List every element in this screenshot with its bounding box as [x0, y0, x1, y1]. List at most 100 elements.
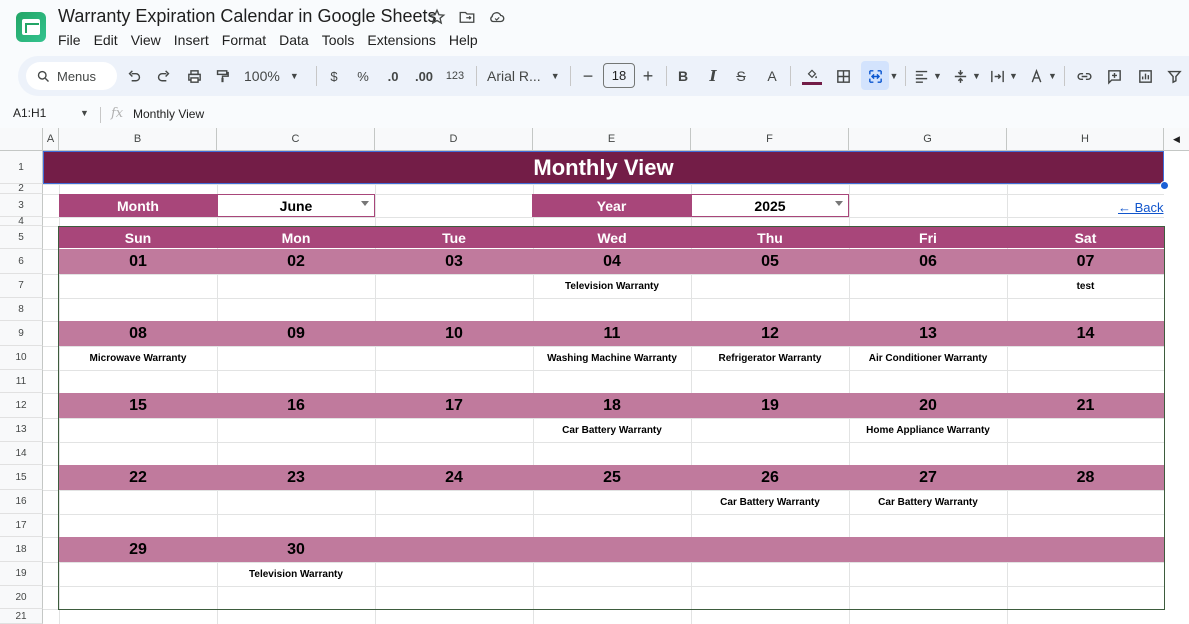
day-number[interactable]: 11: [533, 321, 691, 346]
day-number[interactable]: 05: [691, 249, 849, 274]
text-color-button[interactable]: A: [763, 66, 781, 86]
row-header-11[interactable]: 11: [0, 370, 43, 393]
text-rotation-button[interactable]: ▼: [1028, 66, 1058, 86]
warranty-event[interactable]: Microwave Warranty: [59, 346, 217, 370]
collapse-panel-icon[interactable]: ◀: [1164, 128, 1189, 151]
day-number[interactable]: 27: [849, 465, 1007, 490]
chevron-down-icon[interactable]: ▼: [80, 108, 89, 118]
move-to-folder-icon[interactable]: [458, 8, 476, 26]
menu-data[interactable]: Data: [279, 32, 309, 48]
warranty-event[interactable]: Home Appliance Warranty: [849, 418, 1007, 442]
font-size-input[interactable]: 18: [603, 63, 635, 88]
menu-help[interactable]: Help: [449, 32, 478, 48]
row-header-17[interactable]: 17: [0, 514, 43, 537]
day-number[interactable]: 24: [375, 465, 533, 490]
row-header-7[interactable]: 7: [0, 274, 43, 298]
insert-comment-button[interactable]: [1104, 66, 1124, 86]
font-family-select[interactable]: Arial R... ▼: [487, 66, 563, 86]
decrease-font-size-button[interactable]: −: [580, 66, 596, 86]
day-number[interactable]: 15: [59, 393, 217, 418]
monthly-view-banner[interactable]: Monthly View: [43, 151, 1164, 184]
warranty-event[interactable]: Television Warranty: [533, 274, 691, 298]
day-number[interactable]: 16: [217, 393, 375, 418]
day-number[interactable]: 28: [1007, 465, 1164, 490]
day-number[interactable]: 14: [1007, 321, 1164, 346]
menu-file[interactable]: File: [58, 32, 81, 48]
column-header-g[interactable]: G: [849, 128, 1007, 151]
warranty-event[interactable]: Air Conditioner Warranty: [849, 346, 1007, 370]
currency-format-button[interactable]: $: [326, 66, 342, 86]
menu-extensions[interactable]: Extensions: [367, 32, 435, 48]
day-number[interactable]: [375, 537, 533, 562]
year-dropdown-arrow-icon[interactable]: [835, 201, 843, 206]
row-header-8[interactable]: 8: [0, 298, 43, 321]
sheets-logo-icon[interactable]: [16, 12, 46, 42]
day-number[interactable]: [849, 537, 1007, 562]
day-number[interactable]: 02: [217, 249, 375, 274]
day-number[interactable]: 21: [1007, 393, 1164, 418]
day-number[interactable]: 08: [59, 321, 217, 346]
row-header-2[interactable]: 2: [0, 183, 43, 194]
menu-edit[interactable]: Edit: [94, 32, 118, 48]
redo-button[interactable]: [153, 66, 173, 86]
column-header-f[interactable]: F: [691, 128, 849, 151]
day-number[interactable]: 29: [59, 537, 217, 562]
day-number[interactable]: 07: [1007, 249, 1164, 274]
more-formats-button[interactable]: 123: [444, 66, 466, 86]
day-number[interactable]: 20: [849, 393, 1007, 418]
menu-insert[interactable]: Insert: [174, 32, 209, 48]
row-header-15[interactable]: 15: [0, 465, 43, 490]
column-header-c[interactable]: C: [217, 128, 375, 151]
back-link[interactable]: ← Back: [1118, 200, 1164, 215]
row-header-5[interactable]: 5: [0, 226, 43, 249]
star-icon[interactable]: [428, 8, 446, 26]
spreadsheet-grid[interactable]: ◀ Monthly View Month June Year 2025 ← Ba…: [0, 128, 1189, 624]
paint-format-button[interactable]: [212, 66, 232, 86]
document-title[interactable]: Warranty Expiration Calendar in Google S…: [58, 6, 437, 27]
day-number[interactable]: 13: [849, 321, 1007, 346]
insert-chart-button[interactable]: [1135, 66, 1155, 86]
column-header-a[interactable]: A: [43, 128, 59, 151]
search-menus-button[interactable]: Menus: [26, 62, 117, 90]
warranty-event[interactable]: Washing Machine Warranty: [533, 346, 691, 370]
column-header-b[interactable]: B: [59, 128, 217, 151]
row-header-21[interactable]: 21: [0, 609, 43, 624]
row-header-1[interactable]: 1: [0, 151, 43, 184]
column-header-h[interactable]: H: [1007, 128, 1164, 151]
increase-decimal-button[interactable]: .00: [411, 66, 437, 86]
row-header-20[interactable]: 20: [0, 586, 43, 609]
print-button[interactable]: [184, 66, 204, 86]
decrease-decimal-button[interactable]: .0: [382, 66, 404, 86]
month-dropdown[interactable]: June: [217, 194, 375, 217]
row-header-19[interactable]: 19: [0, 562, 43, 586]
row-header-10[interactable]: 10: [0, 346, 43, 370]
menu-tools[interactable]: Tools: [322, 32, 355, 48]
cloud-saved-icon[interactable]: [488, 8, 506, 26]
create-filter-button[interactable]: [1164, 66, 1184, 86]
day-number[interactable]: 25: [533, 465, 691, 490]
day-number[interactable]: 12: [691, 321, 849, 346]
zoom-select[interactable]: 100% ▼: [244, 66, 306, 86]
month-dropdown-arrow-icon[interactable]: [361, 201, 369, 206]
percent-format-button[interactable]: %: [355, 66, 371, 86]
italic-button[interactable]: I: [704, 66, 722, 86]
day-number[interactable]: 23: [217, 465, 375, 490]
strikethrough-button[interactable]: S: [732, 66, 750, 86]
day-number[interactable]: [691, 537, 849, 562]
day-number[interactable]: [1007, 537, 1164, 562]
row-header-3[interactable]: 3: [0, 194, 43, 217]
bold-button[interactable]: B: [674, 66, 692, 86]
column-header-d[interactable]: D: [375, 128, 533, 151]
vertical-align-button[interactable]: ▼: [952, 66, 982, 86]
warranty-event[interactable]: Refrigerator Warranty: [691, 346, 849, 370]
menu-format[interactable]: Format: [222, 32, 266, 48]
day-number[interactable]: 04: [533, 249, 691, 274]
day-number[interactable]: 19: [691, 393, 849, 418]
day-number[interactable]: 17: [375, 393, 533, 418]
day-number[interactable]: 18: [533, 393, 691, 418]
warranty-event[interactable]: test: [1007, 274, 1164, 298]
day-number[interactable]: 01: [59, 249, 217, 274]
row-header-13[interactable]: 13: [0, 418, 43, 442]
formula-input[interactable]: Monthly View: [133, 107, 204, 121]
borders-button[interactable]: [833, 66, 853, 86]
